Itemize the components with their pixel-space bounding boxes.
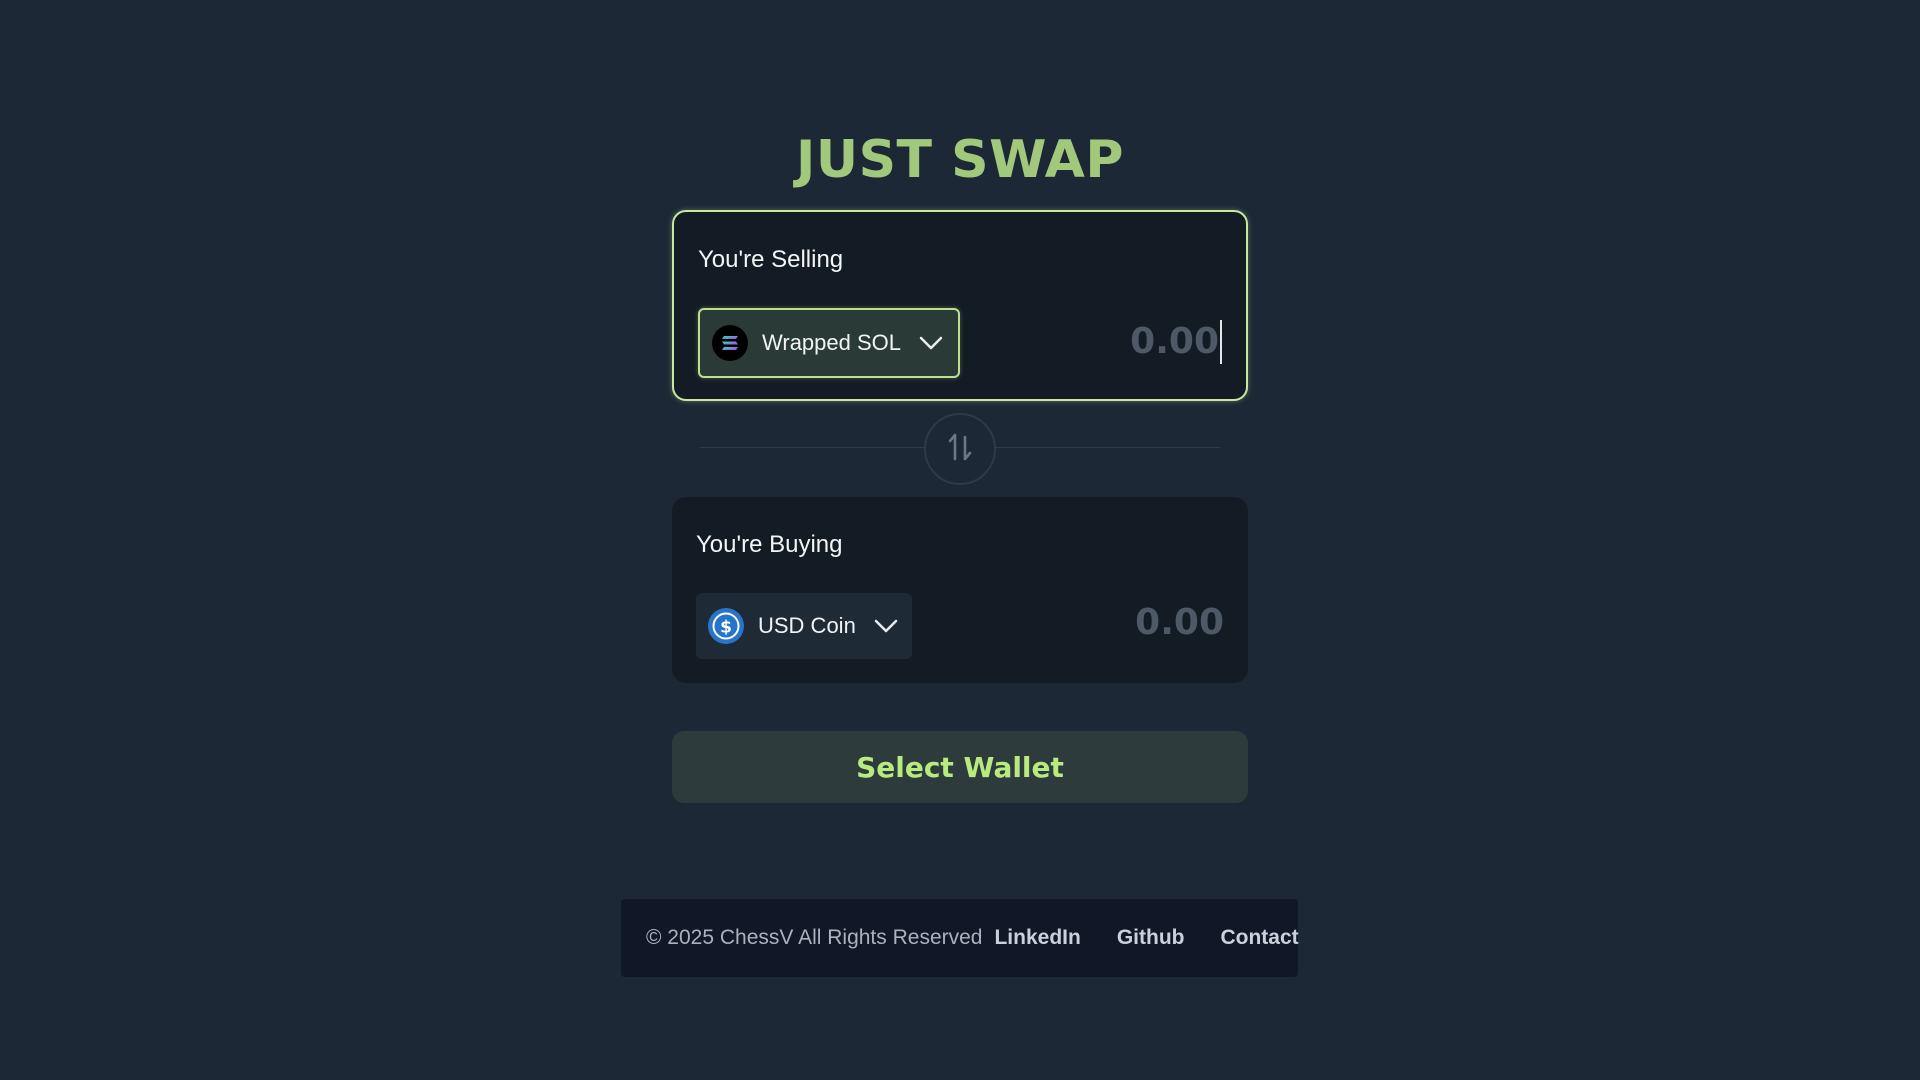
swap-app: JUST SWAP You're Selling Wrapped SOL 0.0… xyxy=(0,0,1920,1080)
swap-direction-button[interactable] xyxy=(924,413,996,485)
solana-icon xyxy=(712,325,748,361)
page-title: JUST SWAP xyxy=(796,130,1124,190)
buying-token-select[interactable]: $ USD Coin xyxy=(696,593,912,659)
chevron-down-icon xyxy=(874,619,898,633)
selling-panel: You're Selling Wrapped SOL 0.00 xyxy=(672,210,1248,401)
footer-link-linkedin[interactable]: LinkedIn xyxy=(994,926,1080,950)
buying-amount-output: 0.00 xyxy=(1135,602,1224,643)
copyright-text: © 2025 ChessV All Rights Reserved xyxy=(646,926,983,949)
text-caret xyxy=(1220,320,1222,364)
selling-token-name: Wrapped SOL xyxy=(762,330,902,355)
usdc-icon: $ xyxy=(708,608,744,644)
footer-link-github[interactable]: Github xyxy=(1117,926,1185,950)
selling-token-select[interactable]: Wrapped SOL xyxy=(698,308,960,378)
footer: © 2025 ChessV All Rights Reserved Linked… xyxy=(621,899,1299,977)
buying-label: You're Buying xyxy=(696,531,843,558)
chevron-down-icon xyxy=(919,336,943,350)
buying-panel: You're Buying $ USD Coin 0.00 xyxy=(672,497,1248,683)
selling-amount-input[interactable]: 0.00 xyxy=(1130,320,1222,364)
selling-amount-placeholder: 0.00 xyxy=(1130,321,1219,362)
buying-token-name: USD Coin xyxy=(758,613,856,638)
selling-label: You're Selling xyxy=(698,246,844,273)
footer-link-contact[interactable]: Contact xyxy=(1220,926,1298,950)
svg-text:$: $ xyxy=(720,618,732,638)
swap-arrows-icon xyxy=(947,431,973,468)
select-wallet-button[interactable]: Select Wallet xyxy=(672,731,1248,803)
